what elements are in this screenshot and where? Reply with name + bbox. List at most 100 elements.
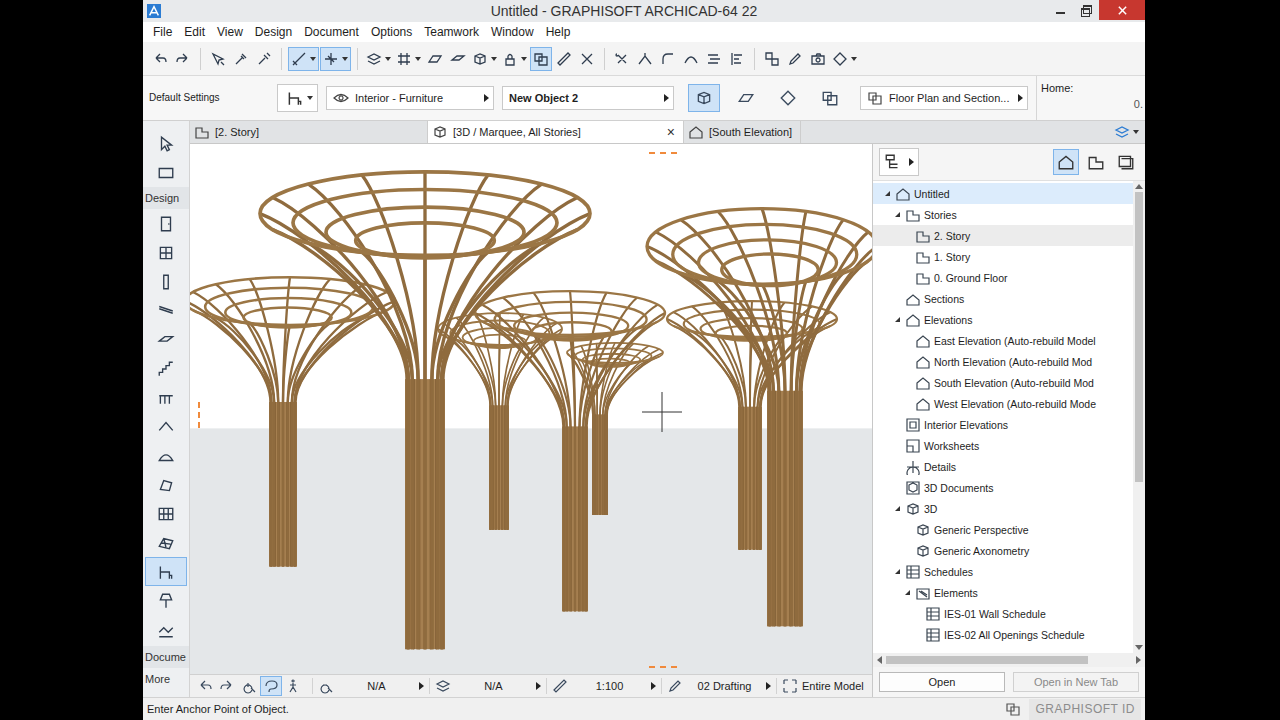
toolbox-tool[interactable] (145, 412, 187, 441)
quick-option-field[interactable]: Entire Model (776, 678, 869, 694)
layer-field[interactable]: Interior - Furniture (326, 86, 494, 110)
toolbar-button[interactable] (172, 47, 194, 71)
tree-item[interactable]: Details (873, 456, 1133, 477)
scroll-up-icon[interactable] (1135, 184, 1143, 189)
expand-toggle-icon[interactable] (895, 569, 900, 574)
navigator-button[interactable]: Open (879, 672, 1005, 692)
quick-option-field[interactable]: 1:100 (546, 678, 661, 694)
toolbar-button[interactable] (288, 47, 319, 71)
tree-item[interactable]: Interior Elevations (873, 414, 1133, 435)
scroll-thumb[interactable] (886, 656, 1088, 664)
toolbox-tool[interactable] (145, 586, 187, 615)
toolbar-button[interactable] (320, 47, 351, 71)
view-tab[interactable]: [South Elevation] (684, 121, 801, 143)
menu-item[interactable]: File (147, 25, 178, 39)
toolbar-button[interactable] (230, 47, 252, 71)
toolbar-button[interactable] (611, 47, 633, 71)
tree-item[interactable]: Generic Perspective (873, 519, 1133, 540)
toolbar-button[interactable] (253, 47, 275, 71)
toolbar-button[interactable] (657, 47, 679, 71)
representation-field[interactable]: Floor Plan and Section... (860, 86, 1028, 110)
toolbox-tool[interactable] (145, 129, 187, 158)
toolbar-button[interactable] (149, 47, 171, 71)
navigation-button[interactable] (216, 676, 238, 696)
tree-item[interactable]: 3D (873, 498, 1133, 519)
object-name-field[interactable]: New Object 2 (502, 86, 674, 110)
toolbar-button[interactable] (807, 47, 829, 71)
toolbox-tool[interactable] (145, 354, 187, 383)
tree-item[interactable]: Sections (873, 288, 1133, 309)
toolbox-tool[interactable] (145, 499, 187, 528)
navigation-button[interactable] (282, 676, 304, 696)
toolbox-more-label[interactable]: More (143, 668, 189, 690)
tree-item[interactable]: Worksheets (873, 435, 1133, 456)
toolbox-tool[interactable] (145, 383, 187, 412)
menu-item[interactable]: Edit (178, 25, 211, 39)
toolbox-tool[interactable] (145, 441, 187, 470)
quick-option-field[interactable]: N/A (429, 678, 546, 694)
quick-option-field[interactable]: N/A (312, 678, 429, 694)
horizontal-scrollbar[interactable] (873, 653, 1145, 667)
menu-item[interactable]: Help (540, 25, 577, 39)
toolbox-tool[interactable] (145, 528, 187, 557)
tree-item[interactable]: 1. Story (873, 246, 1133, 267)
object-view-button[interactable] (814, 84, 846, 112)
scroll-down-icon[interactable] (1135, 645, 1143, 650)
canopy-structure[interactable] (475, 291, 665, 611)
menu-item[interactable]: View (211, 25, 249, 39)
toolbar-button[interactable] (553, 47, 575, 71)
toolbar-button[interactable] (703, 47, 725, 71)
tree-item[interactable]: North Elevation (Auto-rebuild Mod (873, 351, 1133, 372)
toolbox-tool[interactable] (145, 267, 187, 296)
toolbar-button[interactable] (726, 47, 748, 71)
quick-option-field[interactable]: 02 Drafting (661, 678, 776, 694)
canopy-structure[interactable] (647, 209, 872, 627)
navigation-button[interactable] (194, 676, 216, 696)
toolbar-button[interactable] (761, 47, 783, 71)
scroll-right-icon[interactable] (1136, 656, 1141, 664)
navigation-button[interactable] (238, 676, 260, 696)
toolbox-section-label[interactable]: Docume (143, 646, 189, 668)
view-tab[interactable]: [2. Story] (190, 121, 428, 143)
expand-toggle-icon[interactable] (885, 191, 890, 196)
tree-item[interactable]: Untitled (873, 183, 1133, 204)
scroll-thumb[interactable] (1135, 192, 1143, 482)
tree-item[interactable]: Elements (873, 582, 1133, 603)
tree-item[interactable]: IES-02 All Openings Schedule (873, 624, 1133, 645)
navigator-map-button[interactable] (1113, 149, 1139, 175)
toolbox-tool[interactable] (145, 557, 187, 586)
vertical-scrollbar[interactable] (1133, 181, 1145, 653)
tree-item[interactable]: 0. Ground Floor (873, 267, 1133, 288)
tree-item[interactable]: South Elevation (Auto-rebuild Mod (873, 372, 1133, 393)
menu-item[interactable]: Design (249, 25, 298, 39)
navigator-map-button[interactable] (1083, 149, 1109, 175)
3d-viewport[interactable] (190, 144, 872, 674)
toolbar-button[interactable] (364, 47, 393, 71)
toolbar-button[interactable] (424, 47, 446, 71)
menu-item[interactable]: Options (365, 25, 418, 39)
expand-toggle-icon[interactable] (895, 506, 900, 511)
minimize-button[interactable] (1047, 0, 1073, 20)
close-button[interactable] (1099, 0, 1145, 20)
object-view-button[interactable] (772, 84, 804, 112)
tab-list-button[interactable] (1108, 121, 1145, 143)
menu-item[interactable]: Document (298, 25, 365, 39)
toolbox-tool[interactable] (145, 470, 187, 499)
scroll-left-icon[interactable] (877, 656, 882, 664)
graphisoft-id-button[interactable]: GRAPHISOFT ID (1029, 699, 1141, 720)
expand-toggle-icon[interactable] (905, 590, 910, 595)
menu-item[interactable]: Window (485, 25, 540, 39)
tree-item[interactable]: Schedules (873, 561, 1133, 582)
toolbar-button[interactable] (784, 47, 806, 71)
view-tab[interactable]: [3D / Marquee, All Stories]× (428, 121, 684, 143)
toolbar-button[interactable] (634, 47, 656, 71)
windows-icon[interactable] (1005, 701, 1021, 717)
toolbox-tool[interactable] (145, 325, 187, 354)
tree-item[interactable]: Generic Axonometry (873, 540, 1133, 561)
menu-item[interactable]: Teamwork (418, 25, 485, 39)
toolbar-button[interactable] (447, 47, 469, 71)
expand-toggle-icon[interactable] (895, 212, 900, 217)
toolbox-section-label[interactable]: Design (143, 187, 189, 209)
tab-close-button[interactable]: × (667, 125, 675, 139)
toolbox-tool[interactable] (145, 296, 187, 325)
